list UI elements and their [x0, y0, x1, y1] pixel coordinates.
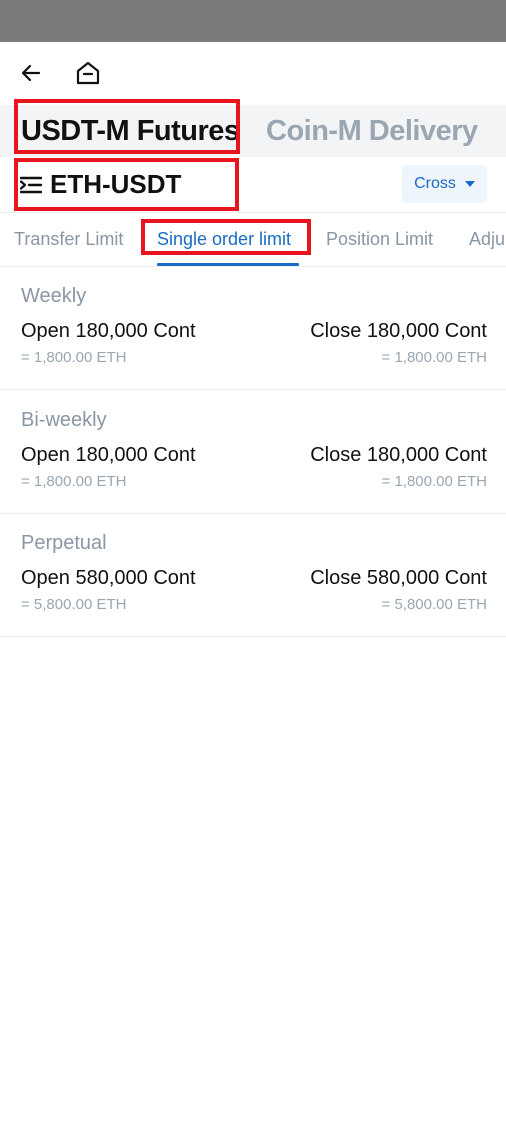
divider [0, 636, 506, 637]
limit-row-weekly: Weekly Open 180,000 Cont Close 180,000 C… [0, 266, 506, 389]
close-limit-eth: = 1,800.00 ETH [381, 473, 487, 490]
limit-row-bi-weekly: Bi-weekly Open 180,000 Cont Close 180,00… [0, 390, 506, 513]
home-button[interactable] [73, 58, 103, 88]
margin-mode-label: Cross [414, 175, 456, 192]
home-icon [76, 61, 100, 85]
tab-adjust[interactable]: Adju [469, 213, 505, 266]
limit-row-perpetual: Perpetual Open 580,000 Cont Close 580,00… [0, 513, 506, 636]
close-limit: Close 180,000 Cont [310, 320, 487, 342]
status-bar [0, 0, 506, 42]
nav-bar [0, 42, 506, 105]
section-title: Weekly [21, 285, 87, 307]
arrow-left-icon [21, 64, 41, 82]
tab-usdt-m-futures[interactable]: USDT-M Futures [21, 105, 240, 157]
open-limit-eth: = 1,800.00 ETH [21, 349, 127, 366]
tab-single-order-limit[interactable]: Single order limit [157, 213, 291, 266]
open-limit-eth: = 1,800.00 ETH [21, 473, 127, 490]
section-title: Bi-weekly [21, 409, 107, 431]
section-title: Perpetual [21, 532, 107, 554]
close-limit: Close 580,000 Cont [310, 567, 487, 589]
margin-mode-dropdown[interactable]: Cross [402, 165, 487, 203]
tab-transfer-limit[interactable]: Transfer Limit [14, 213, 123, 266]
market-tabs: USDT-M Futures Coin-M Delivery [0, 105, 506, 157]
limit-tabs: Transfer Limit Single order limit Positi… [0, 213, 506, 266]
symbol-label: ETH-USDT [50, 169, 182, 199]
open-limit: Open 180,000 Cont [21, 444, 196, 466]
open-limit-eth: = 5,800.00 ETH [21, 596, 127, 613]
open-limit: Open 580,000 Cont [21, 567, 196, 589]
list-menu-icon [20, 176, 42, 193]
tab-position-limit[interactable]: Position Limit [326, 213, 433, 266]
caret-down-icon [464, 181, 475, 187]
close-limit-eth: = 1,800.00 ETH [381, 349, 487, 366]
symbol-selector[interactable]: ETH-USDT [20, 157, 181, 212]
tab-coin-m-delivery[interactable]: Coin-M Delivery [266, 105, 478, 157]
close-limit: Close 180,000 Cont [310, 444, 487, 466]
close-limit-eth: = 5,800.00 ETH [381, 596, 487, 613]
open-limit: Open 180,000 Cont [21, 320, 196, 342]
back-button[interactable] [16, 58, 46, 88]
